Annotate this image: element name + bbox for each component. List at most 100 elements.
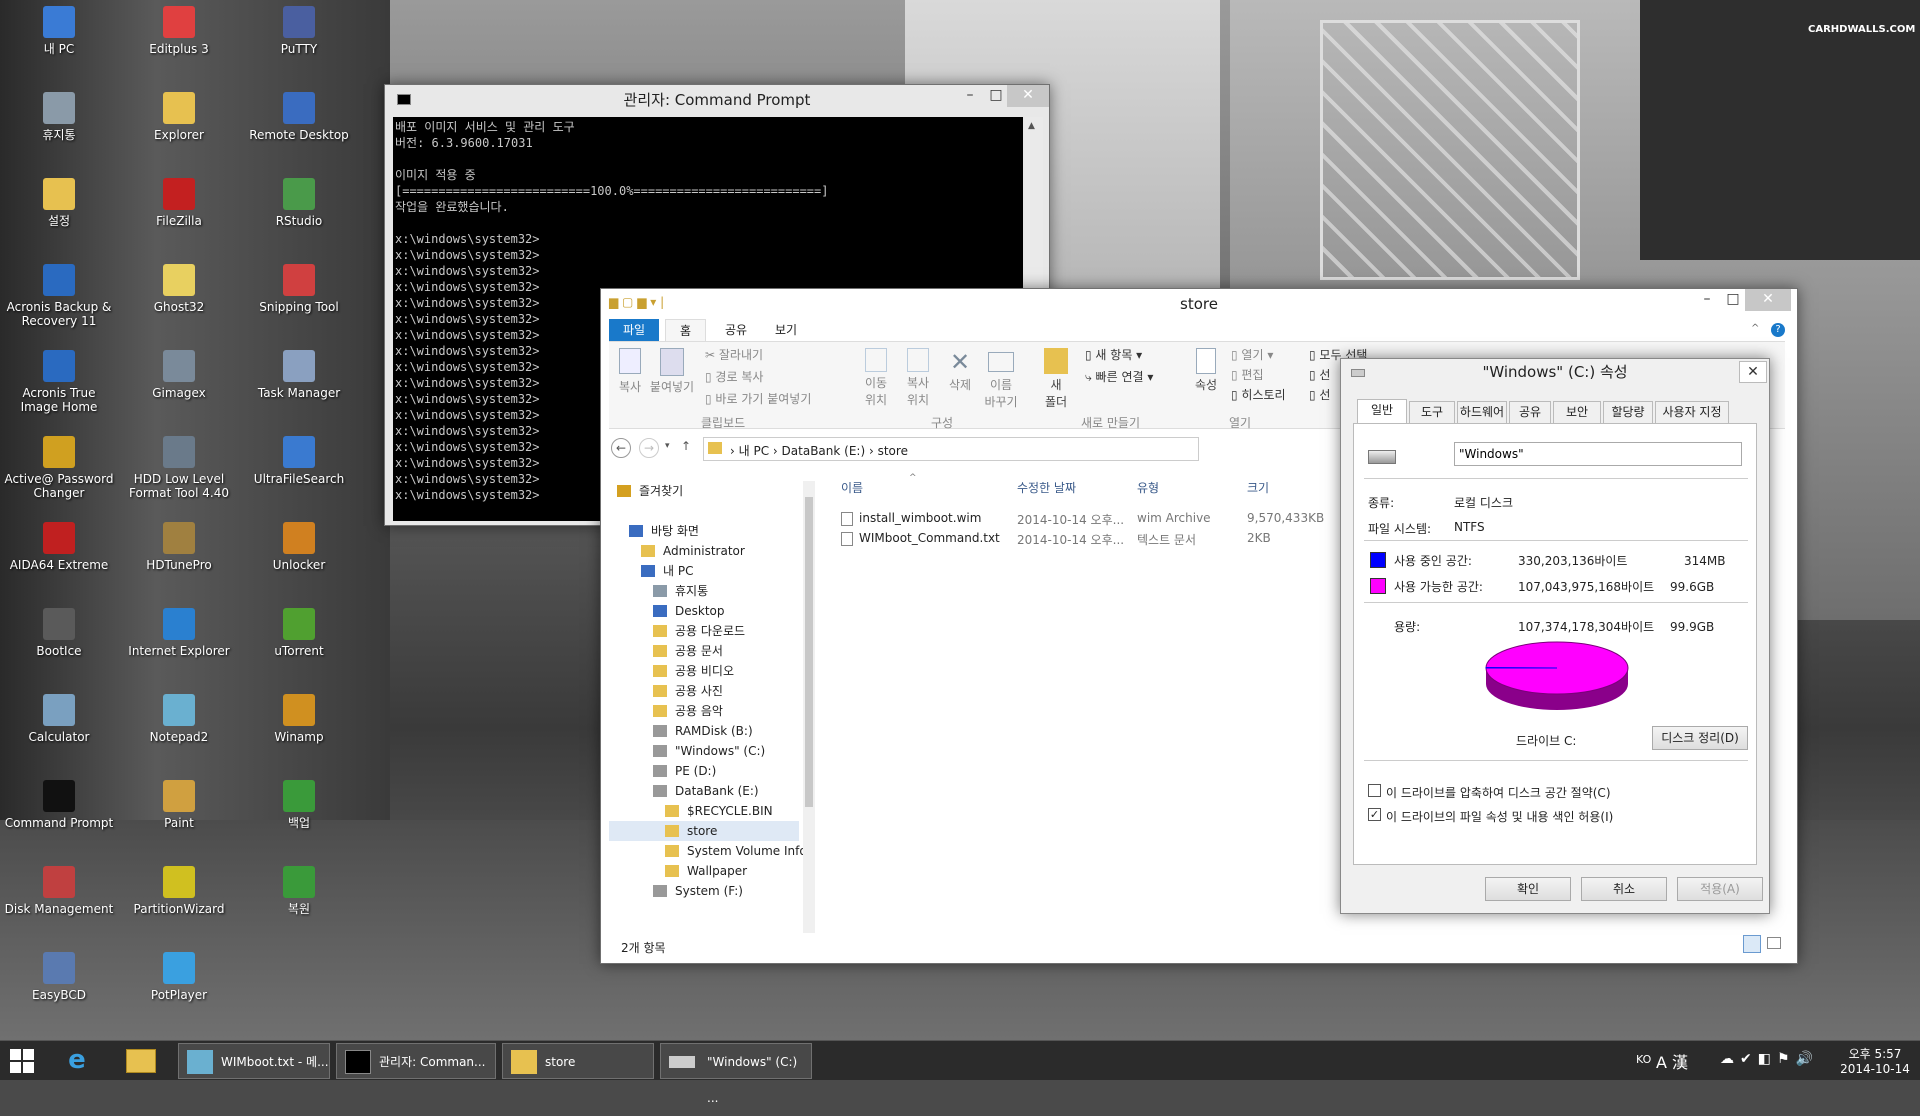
- desktop-icon[interactable]: Ghost32: [124, 258, 234, 314]
- column-date[interactable]: 수정한 날짜: [1017, 479, 1076, 496]
- tab-view[interactable]: 보기: [761, 319, 811, 341]
- desktop-icon[interactable]: RStudio: [244, 172, 354, 228]
- tab-5[interactable]: 할당량: [1603, 401, 1653, 423]
- desktop-icon[interactable]: Paint: [124, 774, 234, 830]
- clock[interactable]: 오후 5:57 2014-10-14: [1840, 1045, 1910, 1076]
- rename-button[interactable]: 이름 바꾸기: [981, 348, 1021, 410]
- system-tray-icons[interactable]: ☁✔◧⚑🔊: [1720, 1051, 1819, 1067]
- nav-item[interactable]: 공용 다운로드: [653, 621, 745, 641]
- nav-item[interactable]: 공용 문서: [653, 641, 723, 661]
- nav-item[interactable]: RAMDisk (B:): [653, 721, 753, 741]
- close-button[interactable]: ✕: [1007, 85, 1049, 107]
- taskbar-button-store[interactable]: store: [502, 1043, 654, 1079]
- forward-button[interactable]: →: [639, 438, 659, 458]
- desktop-icon[interactable]: 복원: [244, 860, 354, 916]
- back-button[interactable]: ←: [611, 438, 631, 458]
- nav-item[interactable]: 바탕 화면: [629, 521, 699, 541]
- disk-cleanup-button[interactable]: 디스크 정리(D): [1652, 726, 1748, 750]
- desktop-icon[interactable]: PartitionWizard: [124, 860, 234, 916]
- desktop-icon[interactable]: Acronis True Image Home: [4, 344, 114, 414]
- tab-1[interactable]: 도구: [1409, 401, 1455, 423]
- desktop-icon[interactable]: HDD Low Level Format Tool 4.40: [124, 430, 234, 500]
- desktop-icon[interactable]: Disk Management: [4, 860, 114, 916]
- desktop-icon[interactable]: Acronis Backup & Recovery 11: [4, 258, 114, 328]
- details-view-icon[interactable]: [1743, 935, 1761, 953]
- navigation-pane[interactable]: 즐겨찾기 바탕 화면 Administrator 내 PC 휴지통 Desktop 공용 다…: [609, 479, 809, 927]
- desktop-icon[interactable]: uTorrent: [244, 602, 354, 658]
- file-explorer-pin-icon[interactable]: [126, 1049, 156, 1073]
- tab-4[interactable]: 보안: [1553, 401, 1601, 423]
- nav-item[interactable]: PE (D:): [653, 761, 716, 781]
- taskbar-button-notepad[interactable]: WIMboot.txt - 메...: [178, 1043, 330, 1079]
- desktop-icon[interactable]: Notepad2: [124, 688, 234, 744]
- nav-item[interactable]: System (F:): [653, 881, 743, 901]
- column-name[interactable]: 이름: [841, 479, 863, 496]
- desktop-icon[interactable]: Active@ Password Changer: [4, 430, 114, 500]
- address-bar[interactable]: › 내 PC › DataBank (E:) › store: [703, 437, 1199, 461]
- nav-item[interactable]: 즐겨찾기: [617, 481, 683, 501]
- tab-home[interactable]: 홈: [665, 319, 707, 341]
- desktop-icon[interactable]: 설정: [4, 172, 114, 228]
- desktop-icon[interactable]: Gimagex: [124, 344, 234, 400]
- desktop-icon[interactable]: PotPlayer: [124, 946, 234, 1002]
- desktop-icon[interactable]: Command Prompt: [4, 774, 114, 830]
- taskbar-button-properties[interactable]: "Windows" (C:) ...: [660, 1043, 812, 1105]
- file-row[interactable]: install_wimboot.wim 2014-10-14 오후... wim A…: [831, 509, 1331, 529]
- move-to-button[interactable]: 이동 위치: [859, 348, 893, 408]
- cut-button[interactable]: ✂ 잘라내기: [705, 346, 763, 363]
- properties-button[interactable]: 속성: [1191, 348, 1221, 393]
- paste-button[interactable]: 붙여넣기: [649, 348, 695, 395]
- paste-shortcut-button[interactable]: ▯ 바로 가기 붙여넣기: [705, 390, 811, 407]
- ime-mode-icon[interactable]: A 漢: [1656, 1049, 1688, 1073]
- drive-properties-dialog[interactable]: "Windows" (C:) 속성 ✕ 일반 도구 하드웨어 공유 보안 할당량 사용자 지…: [1340, 358, 1770, 914]
- nav-item[interactable]: System Volume Inform: [665, 841, 809, 861]
- nav-item[interactable]: "Windows" (C:): [653, 741, 765, 761]
- file-row[interactable]: WIMboot_Command.txt 2014-10-14 오후... 텍스트 문…: [831, 529, 1331, 549]
- select-none-button[interactable]: ▯ 선: [1309, 366, 1330, 383]
- desktop-icon[interactable]: AIDA64 Extreme: [4, 516, 114, 572]
- maximize-button[interactable]: □: [985, 85, 1007, 107]
- copy-to-button[interactable]: 복사 위치: [901, 348, 935, 408]
- nav-item[interactable]: Administrator: [641, 541, 745, 561]
- nav-item[interactable]: 공용 음악: [653, 701, 723, 721]
- desktop-icon[interactable]: 휴지통: [4, 86, 114, 142]
- nav-item[interactable]: 휴지통: [653, 581, 708, 601]
- delete-button[interactable]: ✕ 삭제: [943, 348, 977, 393]
- desktop-icon[interactable]: Winamp: [244, 688, 354, 744]
- desktop-icon[interactable]: Remote Desktop: [244, 86, 354, 142]
- desktop-icon[interactable]: UltraFileSearch: [244, 430, 354, 486]
- nav-item[interactable]: 공용 사진: [653, 681, 723, 701]
- desktop-icon[interactable]: Calculator: [4, 688, 114, 744]
- navigation-scrollbar[interactable]: [803, 481, 815, 933]
- nav-item[interactable]: Wallpaper: [665, 861, 747, 881]
- desktop-icon[interactable]: HDTunePro: [124, 516, 234, 572]
- nav-item[interactable]: 공용 비디오: [653, 661, 734, 681]
- desktop-icon[interactable]: Editplus 3: [124, 0, 234, 56]
- tab-0[interactable]: 일반: [1357, 399, 1407, 424]
- desktop-icon[interactable]: Task Manager: [244, 344, 354, 400]
- index-checkbox[interactable]: ✓: [1368, 808, 1381, 821]
- apply-button[interactable]: 적용(A): [1677, 877, 1763, 901]
- desktop-icon[interactable]: Snipping Tool: [244, 258, 354, 314]
- help-icon[interactable]: ?: [1771, 323, 1785, 337]
- edit-button[interactable]: ▯ 편집: [1231, 366, 1264, 383]
- nav-item[interactable]: 내 PC: [641, 561, 693, 581]
- minimize-button[interactable]: –: [959, 85, 981, 107]
- desktop-icon[interactable]: Internet Explorer: [124, 602, 234, 658]
- tab-file[interactable]: 파일: [609, 319, 660, 341]
- new-item-button[interactable]: ▯ 새 항목 ▾: [1085, 346, 1142, 363]
- desktop-icon[interactable]: Unlocker: [244, 516, 354, 572]
- close-button[interactable]: ✕: [1739, 361, 1767, 383]
- column-type[interactable]: 유형: [1137, 479, 1159, 496]
- close-button[interactable]: ✕: [1745, 289, 1791, 311]
- invert-selection-button[interactable]: ▯ 선: [1309, 386, 1330, 403]
- nav-item[interactable]: DataBank (E:): [653, 781, 759, 801]
- desktop-icon[interactable]: 백업: [244, 774, 354, 830]
- tab-6[interactable]: 사용자 지정: [1655, 401, 1729, 423]
- desktop-icon[interactable]: 내 PC: [4, 0, 114, 56]
- volume-name-input[interactable]: [1454, 442, 1742, 466]
- large-icons-view-icon[interactable]: [1767, 937, 1781, 949]
- minimize-button[interactable]: –: [1695, 289, 1719, 311]
- nav-item[interactable]: $RECYCLE.BIN: [665, 801, 773, 821]
- collapse-ribbon-icon[interactable]: ^: [1751, 323, 1759, 334]
